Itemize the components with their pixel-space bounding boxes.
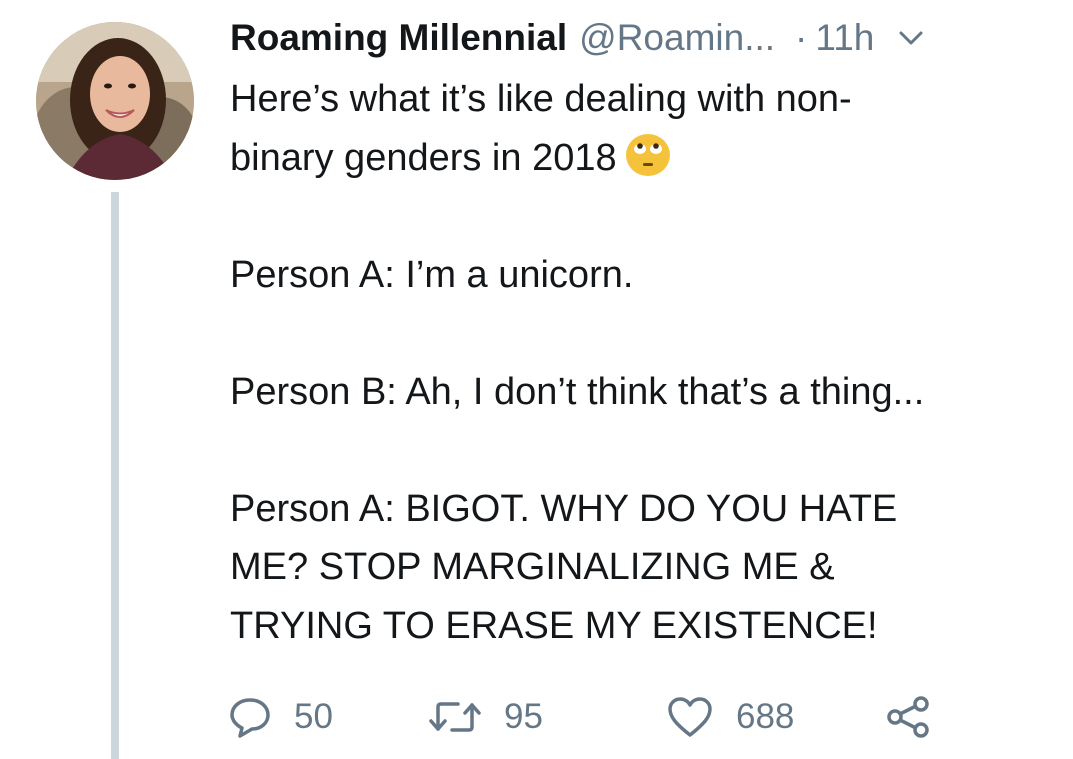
reply-button[interactable]: 50 <box>228 696 428 738</box>
tweet-line: Here’s what it’s like dealing with non- <box>230 78 852 120</box>
thread-line <box>111 192 119 759</box>
separator: · <box>795 17 808 58</box>
tweet-line: TRYING TO ERASE MY EXISTENCE! <box>230 604 878 647</box>
tweet: Roaming Millennial @Roamin... · 11h Here… <box>230 6 1040 655</box>
tweet-line: ME? STOP MARGINALIZING ME & <box>230 546 835 588</box>
tweet-line: Person A: BIGOT. WHY DO YOU HATE <box>230 487 898 530</box>
display-name[interactable]: Roaming Millennial <box>230 6 567 70</box>
tweet-line: binary genders in 2018 <box>230 129 1040 188</box>
share-button[interactable] <box>884 695 932 739</box>
retweet-count: 95 <box>504 697 543 736</box>
share-icon <box>884 695 932 739</box>
handle[interactable]: @Roamin... <box>579 6 775 70</box>
retweet-button[interactable]: 95 <box>428 697 666 737</box>
like-button[interactable]: 688 <box>666 696 884 738</box>
profile-photo <box>36 22 194 180</box>
avatar[interactable] <box>36 22 194 180</box>
tweet-line: Person A: I’m a unicorn. <box>230 253 634 296</box>
face-with-rolling-eyes-emoji <box>623 132 673 178</box>
reply-count: 50 <box>294 697 333 736</box>
timestamp[interactable]: 11h <box>815 6 874 70</box>
tweet-line: Person B: Ah, I don’t think that’s a thi… <box>230 370 925 413</box>
retweet-icon <box>428 697 482 737</box>
tweet-header: Roaming Millennial @Roamin... · 11h <box>230 6 1040 70</box>
tweet-text: Here’s what it’s like dealing with non- … <box>230 70 1040 655</box>
reply-icon <box>228 696 272 738</box>
like-count: 688 <box>736 697 795 736</box>
chevron-down-icon[interactable] <box>898 25 924 51</box>
heart-icon <box>666 696 714 738</box>
action-bar: 50 95 688 <box>228 694 932 740</box>
